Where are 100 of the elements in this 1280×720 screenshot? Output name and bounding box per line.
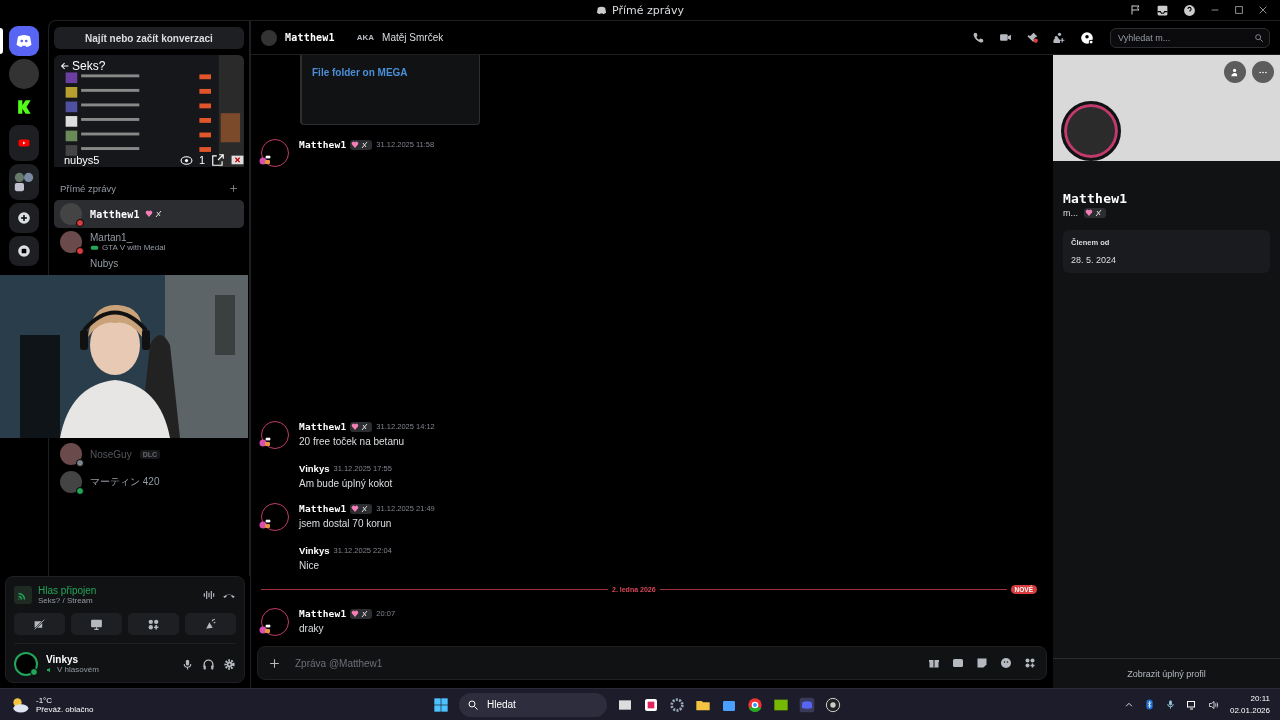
user-name: マーティン 420 <box>90 475 160 489</box>
add-friend-button[interactable] <box>1224 61 1246 83</box>
obs-icon[interactable] <box>824 696 841 713</box>
server-avatars-icon <box>13 171 35 193</box>
discover-button[interactable] <box>9 236 39 266</box>
maximize-icon[interactable] <box>1234 5 1244 15</box>
embed-link[interactable]: File folder on MEGA <box>312 67 408 78</box>
stream-preview[interactable]: Seks? nubys5 1 <box>54 55 244 171</box>
windows-start-icon[interactable] <box>432 696 449 713</box>
user-avatar <box>261 29 277 46</box>
gear-icon[interactable] <box>668 696 685 713</box>
snail-icon <box>259 435 271 447</box>
microphone-icon[interactable] <box>1164 699 1176 710</box>
message-text: Am bude úplný kokot <box>299 478 393 489</box>
home-button[interactable] <box>9 26 39 56</box>
real-name: Matěj Smrček <box>382 32 444 43</box>
emoji-icon[interactable] <box>1000 657 1012 669</box>
snail-icon <box>259 517 271 529</box>
search-icon <box>466 698 479 711</box>
message-box[interactable]: Zpráva @Matthew1 <box>257 646 1047 680</box>
gif-icon[interactable] <box>952 657 964 669</box>
message-text: 20 free toček na betanu <box>299 436 406 447</box>
message-text: jsem dostal 70 korun <box>299 518 393 529</box>
search-field[interactable]: Vyhledat m... <box>1110 27 1270 48</box>
eye-icon <box>179 153 193 167</box>
apps-icon[interactable] <box>1024 657 1036 669</box>
search-input[interactable]: Vyhledat m... <box>1116 31 1254 44</box>
clock[interactable]: 20:11 02.01.2026 <box>1229 692 1270 717</box>
search-icon <box>1254 32 1264 43</box>
flag-icon[interactable] <box>1130 4 1142 16</box>
section-header: Přímé zprávy <box>60 183 116 194</box>
volume-icon[interactable] <box>1207 698 1220 711</box>
screen-share-button[interactable] <box>71 613 122 635</box>
microphone-icon[interactable] <box>181 657 194 671</box>
popout-icon[interactable] <box>211 153 225 167</box>
video-icon[interactable] <box>999 31 1012 44</box>
dm-item[interactable]: Matthew1 <box>54 200 244 228</box>
server-folder[interactable] <box>9 164 39 200</box>
settings-icon[interactable] <box>223 657 236 671</box>
dm-item[interactable]: マーティン 420 <box>54 468 244 496</box>
back-arrow-icon[interactable] <box>60 61 70 71</box>
author-name[interactable]: Vinkys <box>299 463 330 474</box>
voice-status: Hlas připojen <box>38 585 98 596</box>
server-folder[interactable] <box>9 125 39 161</box>
network-icon[interactable] <box>1185 698 1198 711</box>
dm-item[interactable]: Nubys <box>54 256 244 272</box>
screen-share-icon <box>90 617 103 631</box>
more-button[interactable] <box>1252 61 1274 83</box>
window-title: Přímé zprávy <box>611 3 684 17</box>
phone-icon[interactable] <box>972 31 985 44</box>
activities-button[interactable] <box>128 613 179 635</box>
voice-channel[interactable]: Seks? / Stream <box>38 596 196 605</box>
profile-handle: m... <box>1063 208 1078 218</box>
chrome-icon[interactable] <box>746 696 763 713</box>
plus-icon <box>17 211 31 225</box>
app-icon[interactable] <box>642 696 659 713</box>
add-server-button[interactable] <box>9 203 39 233</box>
close-icon[interactable] <box>1258 5 1268 15</box>
plus-icon[interactable] <box>229 184 238 193</box>
add-friend-icon <box>1230 66 1240 78</box>
taskbar-search[interactable]: Hledat <box>458 692 607 717</box>
user-profile-icon[interactable] <box>1080 30 1094 45</box>
inbox-icon[interactable] <box>1156 3 1169 17</box>
sticker-icon[interactable] <box>976 657 988 669</box>
camera-off-button[interactable] <box>14 613 65 635</box>
member-date: 28. 5. 2024 <box>1071 255 1118 265</box>
help-icon[interactable] <box>1183 3 1196 17</box>
pin-icon[interactable] <box>1026 31 1039 44</box>
message-text: draky <box>299 623 325 634</box>
author-name[interactable]: Matthew1 <box>299 421 347 432</box>
aka-label: AKA <box>356 33 375 42</box>
user-name: Vinkys <box>46 654 80 665</box>
dm-item[interactable]: Martan1_ GTA V with Medal <box>54 228 244 256</box>
camera-off-icon <box>33 617 46 631</box>
close-icon[interactable] <box>231 153 244 167</box>
user-avatar[interactable] <box>14 652 38 676</box>
temperature: -1°C <box>36 695 54 705</box>
waveform-icon[interactable] <box>202 588 216 602</box>
snail-icon <box>259 153 271 165</box>
soundboard-button[interactable] <box>185 613 236 635</box>
streamer-name: nubys5 <box>64 154 100 166</box>
add-friend-icon[interactable] <box>1053 31 1066 44</box>
bluetooth-icon[interactable] <box>1143 699 1155 710</box>
message-field[interactable]: Zpráva @Matthew1 <box>293 656 916 670</box>
user-name: Martan1_ <box>90 232 133 243</box>
profile-avatar <box>1061 101 1121 161</box>
gift-icon[interactable] <box>928 657 940 669</box>
discord-icon[interactable] <box>798 696 815 713</box>
plus-icon[interactable] <box>268 656 281 670</box>
signal-icon <box>14 586 32 604</box>
viewer-count: 1 <box>198 154 205 166</box>
stream-title: Seks? <box>72 59 106 73</box>
search-button[interactable]: Najít nebo začít konverzaci <box>54 27 244 49</box>
author-name[interactable]: Matthew1 <box>299 139 347 150</box>
activities-icon <box>147 617 160 631</box>
author-name[interactable]: Vinkys <box>299 545 330 556</box>
author-name[interactable]: Matthew1 <box>299 608 347 619</box>
headphones-icon[interactable] <box>202 657 215 671</box>
author-name[interactable]: Matthew1 <box>299 503 347 514</box>
soundboard-icon <box>204 617 217 631</box>
